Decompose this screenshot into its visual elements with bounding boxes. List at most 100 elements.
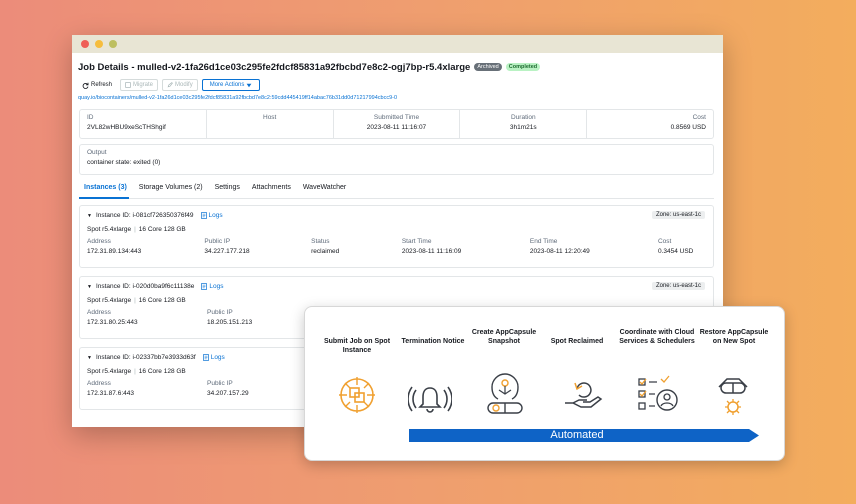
caret-down-icon [246, 83, 252, 87]
step-label: Submit Job on Spot Instance [323, 338, 391, 354]
tab-storage-volumes[interactable]: Storage Volumes (2) [134, 184, 210, 198]
spec-type: Spot r5.4xlarge [87, 368, 132, 375]
modify-icon [167, 82, 173, 88]
submitted-label: Submitted Time [373, 114, 420, 121]
refresh-label: Refresh [91, 82, 113, 88]
more-actions-label: More Actions [209, 82, 245, 88]
checklist-user-icon [638, 375, 678, 411]
cost-value: 0.8569 USD [670, 124, 706, 131]
refresh-icon [82, 82, 89, 89]
id-label: ID [87, 114, 94, 121]
status-label: Status [311, 238, 330, 245]
spec-cores: 16 Core 128 GB [138, 297, 186, 304]
output-value: container state: exited (0) [87, 159, 161, 166]
address-value: 172.31.89.134:443 [87, 248, 142, 255]
spec-type: Spot r5.4xlarge [87, 297, 132, 304]
instance-id: Instance ID: i-020d0ba9f6c11138e [95, 283, 195, 290]
logs-label: Logs [208, 212, 223, 219]
document-icon [200, 212, 207, 219]
workflow-step: Termination Notice [393, 338, 473, 347]
spec-cores: 16 Core 128 GB [138, 226, 186, 233]
public-ip-value: 34.227.177.218 [204, 248, 250, 255]
workflow-step: Submit Job on Spot Instance [317, 338, 397, 355]
address-label: Address [87, 380, 111, 387]
migrate-icon [125, 82, 131, 88]
cost-label: Cost [692, 114, 706, 121]
tab-settings[interactable]: Settings [210, 184, 247, 198]
instance-cost-label: Cost [657, 238, 672, 245]
status-value: reclaimed [311, 248, 340, 255]
zone-badge: Zone: us-east-1c [651, 282, 705, 290]
instance-id: Instance ID: i-02337bb7e3933d63f [95, 354, 196, 361]
automated-label: Automated [550, 429, 604, 441]
capsule-restore-icon [718, 378, 748, 415]
id-value: 2VL82wHBU9xeScTHShgif [87, 124, 166, 131]
spec-type: Spot r5.4xlarge [87, 226, 132, 233]
spec-cores: 16 Core 128 GB [138, 368, 186, 375]
tab-wavewatcher[interactable]: WaveWatcher [298, 184, 353, 198]
submitted-value: 2023-08-11 11:16:07 [366, 124, 427, 131]
more-actions-dropdown[interactable]: More Actions [201, 79, 261, 91]
start-time-label: Start Time [401, 238, 432, 245]
host-label: Host [263, 114, 277, 121]
logs-link[interactable]: Logs [200, 212, 223, 219]
expand-caret-icon[interactable]: ▼ [87, 284, 92, 290]
completed-badge: Completed [505, 63, 541, 71]
address-label: Address [87, 309, 111, 316]
logs-label: Logs [209, 283, 224, 290]
chip-target-icon [339, 377, 375, 413]
tab-instances[interactable]: Instances (3) [79, 184, 134, 199]
workflow-step: Coordinate with Cloud Services & Schedul… [617, 329, 697, 346]
expand-caret-icon[interactable]: ▼ [87, 213, 92, 219]
summary-cost: Cost 0.8569 USD [587, 110, 713, 138]
archived-badge: Archived [474, 63, 502, 71]
workflow-step: Spot Reclaimed [540, 338, 614, 347]
expand-caret-icon[interactable]: ▼ [87, 355, 92, 361]
window-titlebar [72, 35, 723, 53]
workflow-step: Create AppCapsule Snapshot [462, 329, 546, 346]
migrate-button[interactable]: Migrate [120, 79, 159, 91]
minimize-window-icon[interactable] [95, 40, 103, 48]
document-icon [201, 283, 208, 290]
address-value: 172.31.80.25:443 [87, 319, 138, 326]
logs-link[interactable]: Logs [202, 354, 225, 361]
output-label: Output [87, 149, 107, 156]
instance-spec: Spot r5.4xlarge | 16 Core 128 GB [87, 297, 186, 304]
refresh-button[interactable]: Refresh [78, 80, 116, 91]
head-capsule-icon [487, 373, 523, 414]
step-label: Spot Reclaimed [550, 338, 604, 345]
step-label: Create AppCapsule Snapshot [471, 329, 537, 345]
page-title: Job Details - mulled-v2-1fa26d1ce03c295f… [78, 61, 471, 73]
modify-button[interactable]: Modify [162, 79, 198, 91]
instance-cost-value: 0.3454 USD [657, 248, 694, 255]
container-image-link[interactable]: quay.io/biocontainers/mulled-v2-1fa26d1c… [78, 95, 714, 101]
migrate-label: Migrate [133, 82, 154, 88]
instance-id: Instance ID: i-081cf726350376f49 [95, 212, 194, 219]
bell-alert-icon [408, 386, 452, 413]
end-time-value: 2023-08-11 12:20:49 [529, 248, 590, 255]
summary-host: Host [207, 110, 334, 138]
step-label: Termination Notice [401, 338, 465, 345]
instance-spec: Spot r5.4xlarge | 16 Core 128 GB [87, 226, 186, 233]
toolbar: Refresh Migrate Modify More Actions [78, 78, 714, 92]
logs-label: Logs [210, 354, 225, 361]
public-ip-label: Public IP [204, 238, 231, 245]
address-label: Address [87, 238, 111, 245]
summary-duration: Duration 3h1m21s [460, 110, 588, 138]
step-label: Coordinate with Cloud Services & Schedul… [619, 329, 695, 345]
spot-workflow-card: Submit Job on Spot Instance Termination … [304, 306, 785, 461]
detail-tabs: Instances (3) Storage Volumes (2) Settin… [79, 184, 714, 199]
tab-attachments[interactable]: Attachments [247, 184, 298, 198]
hand-reclaim-icon [565, 382, 603, 408]
duration-label: Duration [511, 114, 536, 121]
modify-label: Modify [175, 82, 193, 88]
duration-value: 3h1m21s [509, 124, 537, 131]
step-label: Restore AppCapsule on New Spot [699, 329, 769, 345]
job-summary-panel: ID 2VL82wHBU9xeScTHShgif Host Submitted … [79, 109, 714, 139]
maximize-window-icon[interactable] [109, 40, 117, 48]
close-window-icon[interactable] [81, 40, 89, 48]
document-icon [202, 354, 209, 361]
logs-link[interactable]: Logs [201, 283, 223, 290]
summary-id: ID 2VL82wHBU9xeScTHShgif [80, 110, 207, 138]
address-value: 172.31.87.6:443 [87, 390, 134, 397]
